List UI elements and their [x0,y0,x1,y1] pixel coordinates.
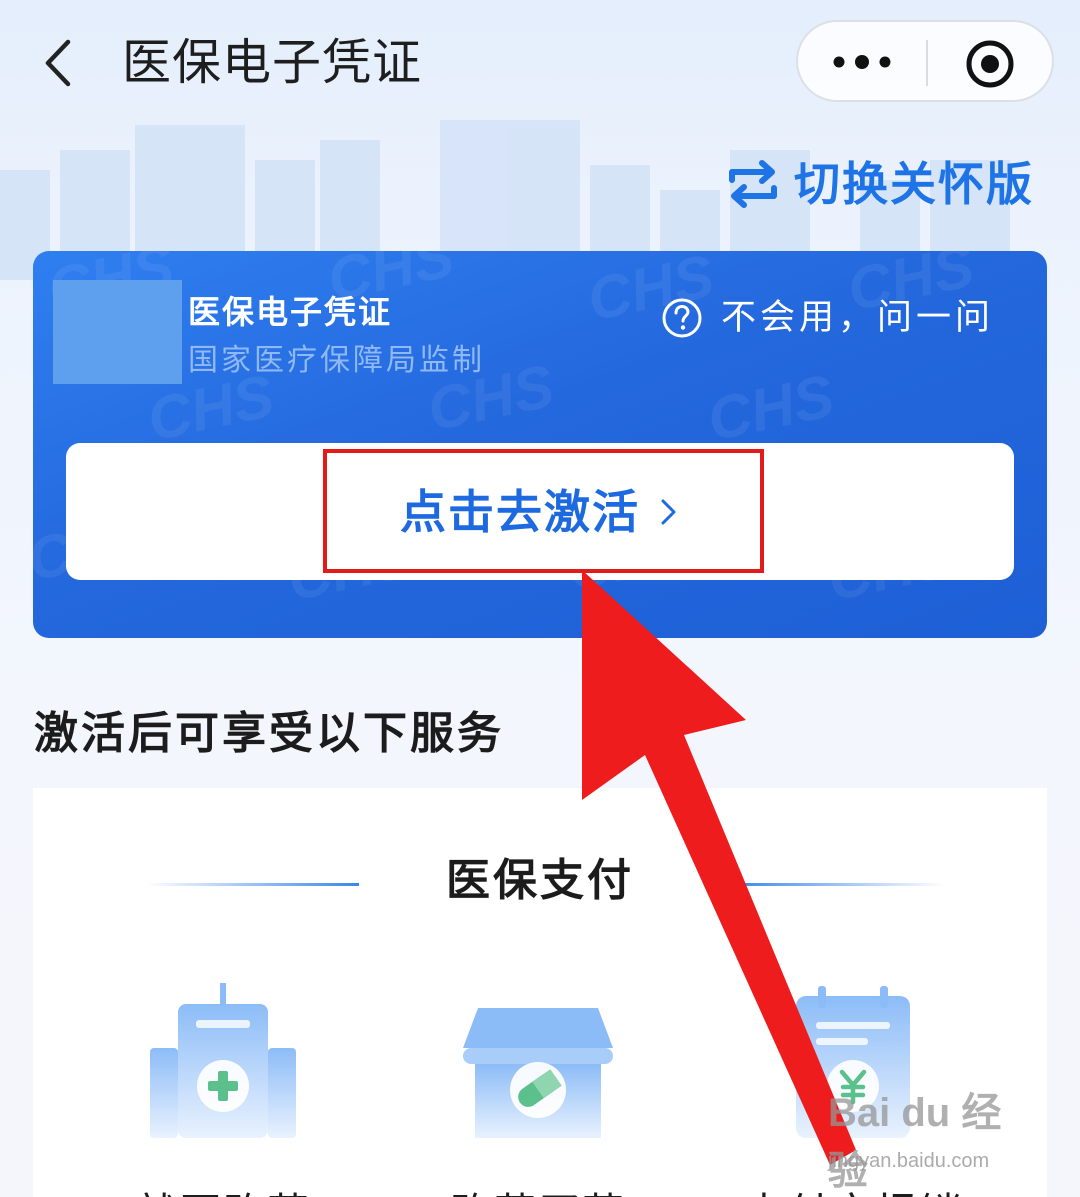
chevron-left-icon[interactable] [36,34,84,92]
annotation-highlight-box [323,449,764,573]
card-subtitle: 国家医疗保障局监制 [188,343,485,378]
baidu-jingyan-watermark: Bai du 经验 jingyan.baidu.com [828,1080,1028,1193]
service-label-hospital: 就医购药 [103,1184,343,1197]
more-dots-icon[interactable] [826,32,898,92]
help-link[interactable]: 不会用，问一问 [661,291,994,345]
svg-text:CHS: CHS [702,362,840,454]
service-hospital[interactable] [138,978,308,1148]
services-section-title: 激活后可享受以下服务 [34,708,504,759]
hospital-icon [150,983,296,1138]
voucher-card: CHS CHS CHS CHS CHS CHS CHS CHS CHS CHS … [33,251,1047,638]
service-label-pharmacy: 购药买药 [418,1184,658,1197]
watermark-url: jingyan.baidu.com [828,1150,990,1172]
page-title: 医保电子凭证 [122,34,423,91]
care-mode-switch[interactable]: 切换关怀版 [726,152,1034,216]
mini-program-capsule [796,20,1054,102]
question-circle-icon [662,298,702,338]
card-title: 医保电子凭证 [188,293,393,331]
care-mode-label: 切换关怀版 [794,157,1034,211]
avatar [53,280,182,384]
capsule-divider [926,40,928,86]
target-circle-icon[interactable] [962,36,1018,92]
help-label: 不会用，问一问 [721,298,995,338]
payment-group-title: 医保支付 [446,855,634,906]
watermark-brand: Bai du 经验 [828,1091,1002,1193]
swap-arrows-icon [729,160,777,208]
